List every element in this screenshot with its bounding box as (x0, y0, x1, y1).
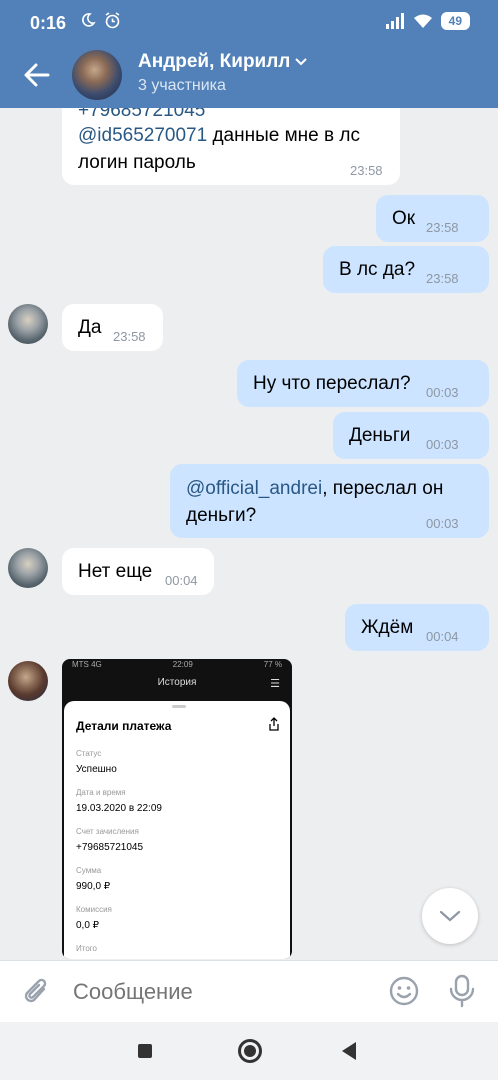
scroll-to-bottom-button[interactable] (422, 888, 478, 944)
message-text: В лс да? (339, 259, 416, 280)
message-bubble-outgoing[interactable]: Ждём 00:04 (345, 604, 489, 651)
message-text: @official_andrei, переслал он (186, 478, 443, 500)
field-label: Сумма (76, 866, 102, 875)
payment-details-title: Детали платежа (76, 719, 172, 733)
message-text: @id565270071 данные мне в лс (78, 125, 360, 147)
message-time: 23:58 (113, 329, 146, 344)
message-time: 23:58 (426, 271, 459, 286)
message-phone-link[interactable]: +79685721045 (78, 108, 205, 122)
field-value: +79685721045 (76, 842, 144, 853)
field-label: Итого (76, 944, 97, 953)
message-input[interactable] (73, 979, 373, 1005)
message-text: Ждём (361, 617, 414, 638)
message-text-line: логин пароль (78, 152, 196, 173)
signal-icon (385, 13, 404, 29)
message-text-line: деньги? (186, 505, 257, 526)
battery-indicator: 49 (440, 12, 470, 30)
status-bar: 0:16 49 (0, 0, 498, 42)
message-bubble-outgoing[interactable]: Ну что переслал? 00:03 (237, 360, 489, 407)
share-icon (269, 717, 279, 731)
message-composer (0, 960, 498, 1022)
field-label: Комиссия (76, 905, 112, 914)
message-bubble-outgoing[interactable]: Ок 23:58 (376, 195, 489, 242)
message-text: Нет еще (78, 561, 153, 582)
back-arrow-icon[interactable] (22, 60, 52, 90)
status-right-icons: 49 (385, 12, 470, 30)
paperclip-icon[interactable] (22, 975, 52, 1009)
recents-button[interactable] (138, 1044, 152, 1058)
image-attachment[interactable]: MTS 4G 22:09 77 % История ☰ Детали плате… (62, 659, 292, 959)
message-text: Да (78, 317, 102, 338)
filter-icon: ☰ (270, 678, 280, 690)
message-list[interactable]: +79685721045 @id565270071 данные мне в л… (0, 108, 498, 960)
status-left-icons (80, 12, 121, 29)
sheet-handle (172, 705, 186, 708)
chat-title-text: Андрей, Кирилл (138, 51, 291, 72)
message-time: 23:58 (350, 163, 383, 178)
sender-avatar[interactable] (8, 661, 48, 701)
field-label: Счет зачисления (76, 827, 139, 836)
chevron-down-icon (439, 910, 461, 922)
wifi-icon (413, 14, 432, 28)
moon-icon (82, 13, 96, 27)
attachment-status-bar: MTS 4G 22:09 77 % (62, 659, 292, 671)
field-label: Статус (76, 749, 102, 758)
payment-details-card: Детали платежа Статус Успешно Дата и вре… (64, 701, 290, 959)
status-time: 0:16 (30, 13, 67, 33)
system-navigation-bar (0, 1022, 498, 1080)
system-back-button[interactable] (342, 1042, 356, 1060)
field-value: Успешно (76, 764, 117, 775)
message-text: Ну что переслал? (253, 373, 411, 394)
attachment-screen-title: История (157, 677, 197, 688)
chat-header: Андрей, Кирилл 3 участника (0, 42, 498, 108)
message-bubble-incoming[interactable]: +79685721045 @id565270071 данные мне в л… (62, 108, 400, 185)
message-time: 00:03 (426, 437, 459, 452)
chevron-down-icon (295, 58, 308, 66)
chat-title[interactable]: Андрей, Кирилл (138, 51, 308, 73)
message-text: Ок (392, 208, 416, 229)
message-time: 00:03 (426, 516, 459, 531)
chat-subtitle: 3 участника (138, 77, 226, 94)
message-bubble-outgoing[interactable]: @official_andrei, переслал он деньги? 00… (170, 464, 489, 538)
message-time: 00:04 (426, 629, 459, 644)
field-value: 19.03.2020 в 22:09 (76, 803, 162, 814)
attachment-time: 22:09 (172, 660, 193, 669)
message-time: 23:58 (426, 220, 459, 235)
attachment-carrier: MTS 4G (72, 660, 102, 669)
home-button[interactable] (238, 1039, 262, 1063)
message-time: 00:04 (165, 573, 198, 588)
field-value: 0,0 ₽ (76, 920, 100, 931)
field-label: Дата и время (76, 788, 126, 797)
attachment-battery: 77 % (263, 660, 282, 669)
sender-avatar[interactable] (8, 548, 48, 588)
mention-link[interactable]: @id565270071 (78, 125, 207, 146)
emoji-icon[interactable] (388, 975, 420, 1007)
message-text-part: данные мне в лс (207, 125, 360, 146)
microphone-icon[interactable] (448, 974, 476, 1008)
alarm-icon (105, 12, 120, 29)
message-bubble-incoming[interactable]: Нет еще 00:04 (62, 548, 214, 595)
message-time: 00:03 (426, 385, 459, 400)
message-bubble-outgoing[interactable]: В лс да? 23:58 (323, 246, 489, 293)
message-bubble-incoming[interactable]: Да 23:58 (62, 304, 163, 351)
mention-link[interactable]: @official_andrei (186, 478, 322, 499)
chat-avatar[interactable] (72, 50, 122, 100)
message-text-part: , переслал он (322, 478, 444, 499)
field-value: 990,0 ₽ (76, 881, 111, 892)
message-bubble-outgoing[interactable]: Деньги 00:03 (333, 412, 489, 459)
sender-avatar[interactable] (8, 304, 48, 344)
message-text: Деньги (349, 425, 411, 446)
